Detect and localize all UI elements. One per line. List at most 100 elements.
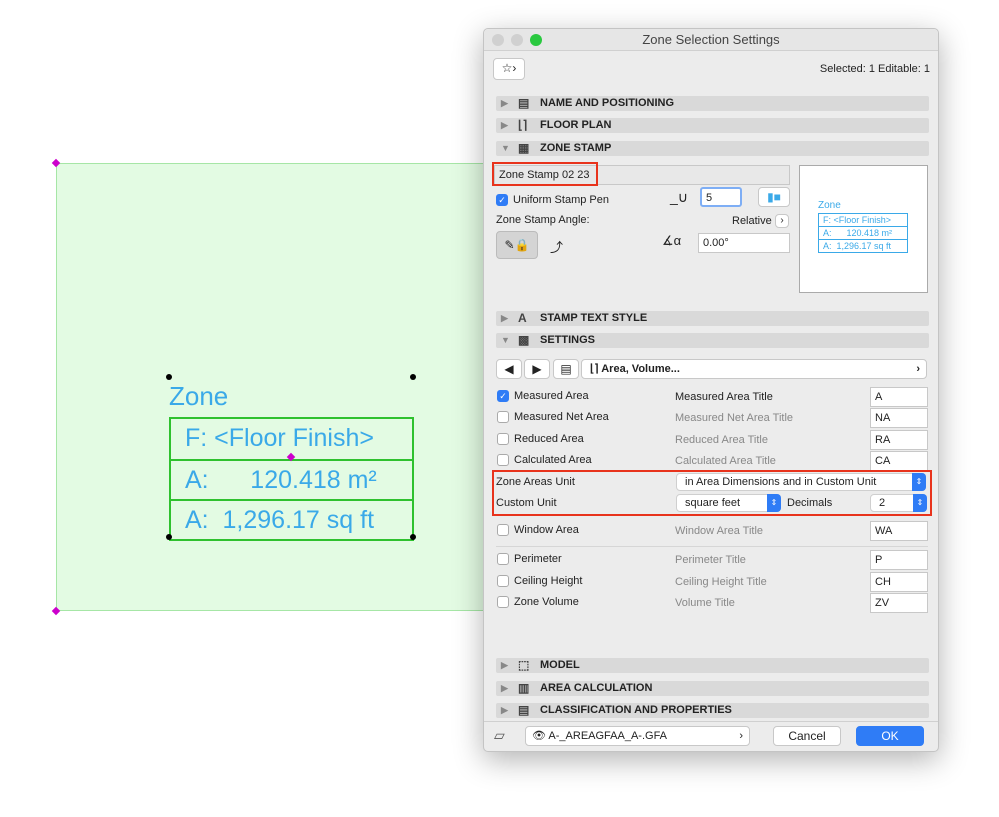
reduced-area-label: Reduced Area xyxy=(514,433,584,445)
floor-plan-icon: ⌊⌉ xyxy=(518,118,528,132)
divider xyxy=(496,546,928,547)
ceiling-height-title-label: Ceiling Height Title xyxy=(675,576,767,588)
uniform-pen-checkbox[interactable]: ✓ xyxy=(496,194,508,206)
preview-row: A: 120.418 m² xyxy=(819,227,907,240)
window-area-title-label: Window Area Title xyxy=(675,525,764,537)
pen-color-button[interactable]: ▮■ xyxy=(758,187,790,207)
expand-icon: ▶ xyxy=(501,660,508,670)
zone-areas-unit-select[interactable]: in Area Dimensions and in Custom Unit ⇕ xyxy=(676,473,926,491)
reduced-area-title-label: Reduced Area Title xyxy=(675,434,768,446)
fixed-angle-button[interactable]: ✎🔒 xyxy=(496,231,538,259)
reduced-area-checkbox[interactable] xyxy=(497,433,509,445)
close-button[interactable] xyxy=(492,34,504,46)
measured-area-label: Measured Area xyxy=(514,390,589,402)
stamp-title: Zone xyxy=(169,381,229,411)
section-area-calculation[interactable]: ▶ ▥ AREA CALCULATION xyxy=(496,681,929,696)
decimals-label: Decimals xyxy=(787,497,833,509)
name-icon: ▤ xyxy=(518,96,530,110)
expand-icon: ▶ xyxy=(501,313,508,323)
stepper-icon: ⇕ xyxy=(912,473,926,491)
area-icon: ⌊⌉ xyxy=(590,363,602,375)
layer-icon: ▱ xyxy=(494,727,505,743)
panel-export-button[interactable]: ▤ xyxy=(553,359,579,379)
previous-panel-button[interactable]: ◀ xyxy=(496,359,522,379)
section-floor-plan[interactable]: ▶ ⌊⌉ FLOOR PLAN xyxy=(496,118,929,133)
zone-polygon[interactable] xyxy=(56,163,496,611)
volume-title-label: Volume Title xyxy=(675,597,735,609)
custom-unit-label: Custom Unit xyxy=(496,497,557,509)
cancel-button[interactable]: Cancel xyxy=(773,726,841,746)
measured-area-title-field[interactable]: A xyxy=(870,387,928,407)
stamp-lock-icon: ✎🔒 xyxy=(504,238,530,252)
expand-icon: ▶ xyxy=(501,705,508,715)
relative-label: Relative xyxy=(732,215,772,227)
eye-icon: 👁 xyxy=(532,730,549,742)
preview-row: A: 1,296.17 sq ft xyxy=(823,241,892,251)
custom-unit-select[interactable]: square feet ⇕ xyxy=(676,494,781,512)
settings-icon: ▩ xyxy=(518,333,530,347)
section-classification[interactable]: ▶ ▤ CLASSIFICATION AND PROPERTIES xyxy=(496,703,929,718)
next-panel-button[interactable]: ▶ xyxy=(524,359,550,379)
favorites-button[interactable]: ☆› xyxy=(493,58,525,80)
measured-net-area-title-field[interactable]: NA xyxy=(870,408,928,428)
window-area-checkbox[interactable] xyxy=(497,524,509,536)
dialog-title: Zone Selection Settings xyxy=(642,32,780,47)
highlight-box xyxy=(492,162,598,186)
zone-selection-settings-dialog: Zone Selection Settings ☆› Selected: 1 E… xyxy=(483,28,939,752)
ceiling-height-checkbox[interactable] xyxy=(497,575,509,587)
zone-volume-checkbox[interactable] xyxy=(497,596,509,608)
preview-title: Zone xyxy=(818,200,841,211)
angle-icon: ∡α xyxy=(662,233,682,248)
zone-volume-label: Zone Volume xyxy=(514,596,579,608)
collapse-icon: ▼ xyxy=(501,143,510,153)
collapse-icon: ▼ xyxy=(501,335,510,345)
model-icon: ⬚ xyxy=(518,658,530,672)
stamp-preview: Zone F: <Floor Finish> A: 120.418 m² A: … xyxy=(799,165,928,293)
ceiling-height-title-field[interactable]: CH xyxy=(870,572,928,592)
pen-number-field[interactable]: 5 xyxy=(700,187,742,207)
relative-menu-button[interactable]: › xyxy=(775,214,789,228)
window-area-label: Window Area xyxy=(514,524,579,536)
panel-selector[interactable]: ⌊⌉ Area, Volume... › xyxy=(581,359,927,379)
calculated-area-title-field[interactable]: CA xyxy=(870,451,928,471)
stepper-icon: ⇕ xyxy=(767,494,781,512)
measured-area-title-label: Measured Area Title xyxy=(675,391,773,403)
selection-point[interactable] xyxy=(166,374,172,380)
calculated-area-title-label: Calculated Area Title xyxy=(675,455,776,467)
measured-net-area-checkbox[interactable] xyxy=(497,411,509,423)
perimeter-title-field[interactable]: P xyxy=(870,550,928,570)
ok-button[interactable]: OK xyxy=(856,726,924,746)
zone-stamp[interactable]: F: <Floor Finish> A: 120.418 m² A: 1,296… xyxy=(169,417,414,541)
perimeter-checkbox[interactable] xyxy=(497,553,509,565)
section-stamp-text-style[interactable]: ▶ A STAMP TEXT STYLE xyxy=(496,311,929,326)
expand-icon: ▶ xyxy=(501,98,508,108)
selection-point[interactable] xyxy=(166,534,172,540)
selection-point[interactable] xyxy=(410,374,416,380)
section-name-positioning[interactable]: ▶ ▤ NAME AND POSITIONING xyxy=(496,96,929,111)
selection-point[interactable] xyxy=(410,534,416,540)
uniform-pen-label: Uniform Stamp Pen xyxy=(513,194,609,206)
calculated-area-checkbox[interactable] xyxy=(497,454,509,466)
volume-title-field[interactable]: ZV xyxy=(870,593,928,613)
preview-row: F: <Floor Finish> xyxy=(819,214,907,227)
selection-info: Selected: 1 Editable: 1 xyxy=(819,63,930,75)
stamp-row: A: 1,296.17 sq ft xyxy=(171,499,412,539)
calculated-area-label: Calculated Area xyxy=(514,454,592,466)
angle-label: Zone Stamp Angle: xyxy=(496,214,590,226)
minimize-button[interactable] xyxy=(511,34,523,46)
rotate-stamp-button[interactable]: ⤴ xyxy=(550,237,563,256)
section-settings[interactable]: ▼ ▩ SETTINGS xyxy=(496,333,929,348)
layer-selector[interactable]: 👁 A-_AREAGFAA_A-.GFA › xyxy=(525,726,750,746)
reduced-area-title-field[interactable]: RA xyxy=(870,430,928,450)
angle-field[interactable]: 0.00° xyxy=(698,233,790,253)
zoom-button[interactable] xyxy=(530,34,542,46)
stamp-row: A: 120.418 m² xyxy=(171,459,412,499)
title-bar: Zone Selection Settings xyxy=(484,29,938,51)
stepper-icon: ⇕ xyxy=(913,494,927,512)
section-model[interactable]: ▶ ⬚ MODEL xyxy=(496,658,929,673)
section-zone-stamp[interactable]: ▼ ▦ ZONE STAMP xyxy=(496,141,929,156)
window-area-title-field[interactable]: WA xyxy=(870,521,928,541)
decimals-select[interactable]: 2 ⇕ xyxy=(870,494,927,512)
text-style-icon: A xyxy=(518,311,527,325)
measured-area-checkbox[interactable]: ✓ xyxy=(497,390,509,402)
